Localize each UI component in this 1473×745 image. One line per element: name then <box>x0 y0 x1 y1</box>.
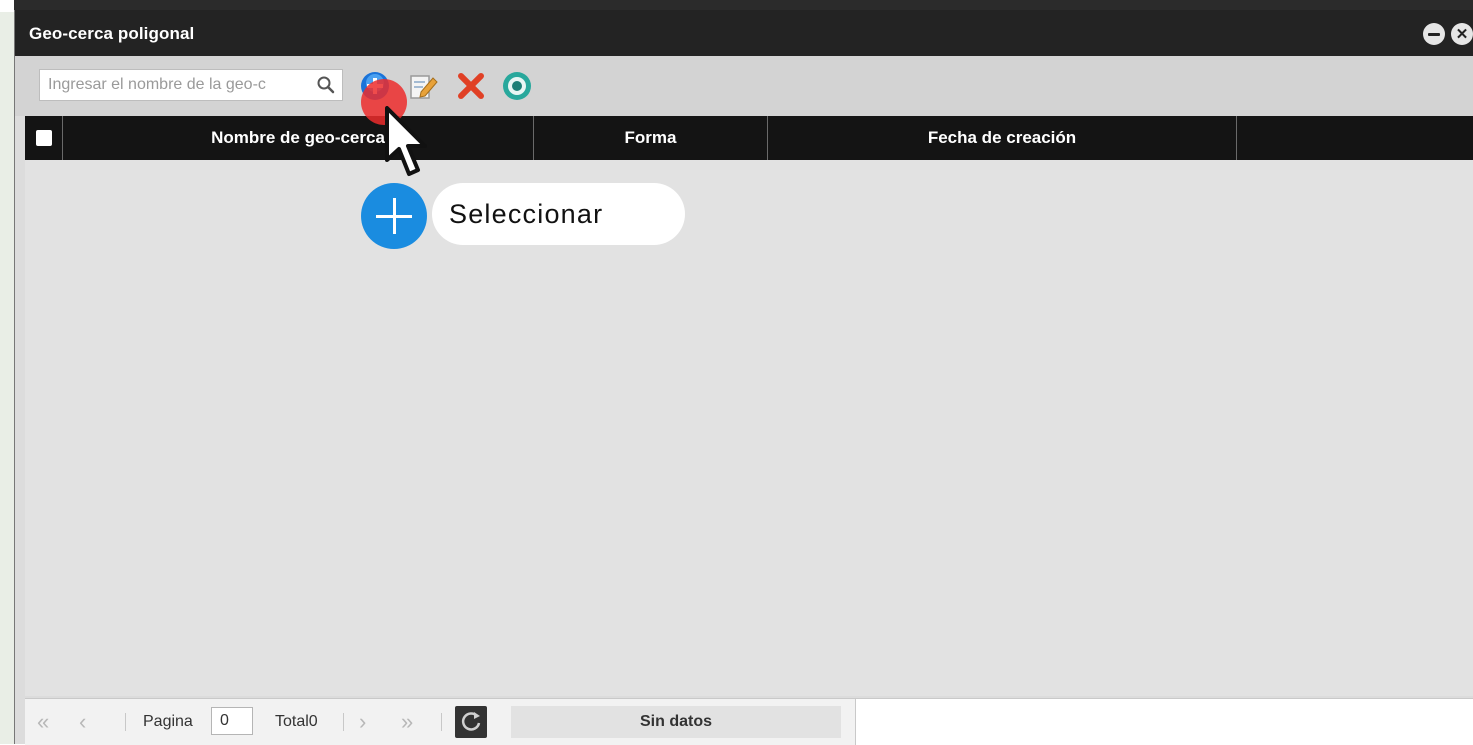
close-icon: ✕ <box>1455 25 1469 43</box>
background-app-bar <box>14 0 1473 10</box>
minus-icon <box>1428 32 1440 36</box>
checkbox-box <box>35 130 52 146</box>
column-header-extra[interactable] <box>1237 116 1473 160</box>
column-header-date[interactable]: Fecha de creación <box>768 116 1237 160</box>
table-body-empty <box>25 160 1473 696</box>
minimize-button[interactable] <box>1423 23 1445 45</box>
prev-page-icon[interactable]: ‹ <box>79 699 86 745</box>
table-header: Nombre de geo-cerca Forma Fecha de creac… <box>25 116 1473 160</box>
view-geofence-icon[interactable] <box>501 70 533 102</box>
total-label: Total0 <box>275 713 318 730</box>
geofence-window: Geo-cerca poligonal ✕ Ingresar el nombre… <box>14 10 1473 745</box>
separator <box>343 713 344 731</box>
window-titlebar: Geo-cerca poligonal ✕ <box>15 10 1473 56</box>
page-number-input[interactable] <box>211 707 253 735</box>
status-text: Sin datos <box>511 706 841 738</box>
toolbar <box>15 56 1473 116</box>
column-header-name[interactable]: Nombre de geo-cerca <box>63 116 534 160</box>
search-icon[interactable] <box>316 75 336 95</box>
mouse-pointer-icon <box>385 106 427 176</box>
refresh-icon[interactable] <box>455 706 487 738</box>
search-input[interactable] <box>40 70 310 100</box>
delete-geofence-icon[interactable] <box>455 70 487 102</box>
pager-blank-area <box>855 699 1473 745</box>
select-all-checkbox[interactable] <box>25 116 63 160</box>
tutorial-label: Seleccionar <box>432 183 685 245</box>
close-button[interactable]: ✕ <box>1451 23 1473 45</box>
edit-geofence-icon[interactable] <box>407 70 439 102</box>
tutorial-add-button[interactable] <box>361 183 427 249</box>
background-map-strip <box>0 0 14 744</box>
page-label: Pagina <box>143 713 193 730</box>
pagination-bar: « ‹ Pagina Total0 › » Sin datos <box>25 698 1473 745</box>
column-header-shape[interactable]: Forma <box>534 116 768 160</box>
search-box <box>39 69 343 101</box>
window-title: Geo-cerca poligonal <box>29 24 195 43</box>
separator <box>125 713 126 731</box>
next-page-icon[interactable]: › <box>359 699 366 745</box>
last-page-icon[interactable]: » <box>401 699 413 745</box>
separator <box>441 713 442 731</box>
first-page-icon[interactable]: « <box>37 699 49 745</box>
